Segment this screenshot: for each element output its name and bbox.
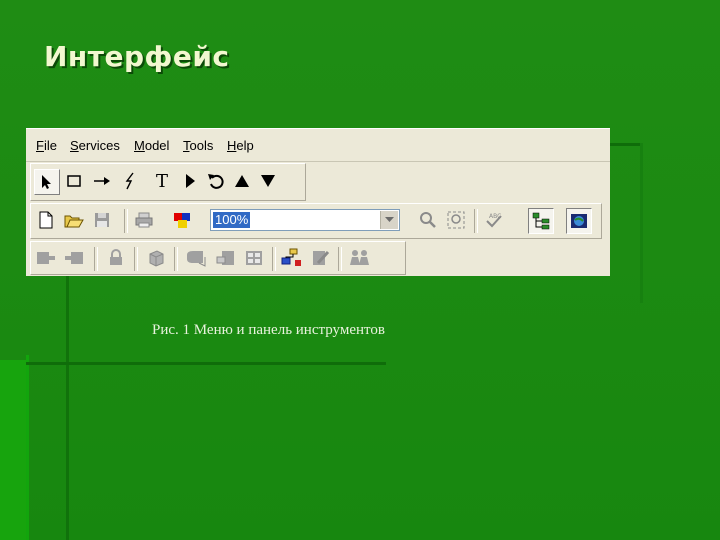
triangle-down-icon xyxy=(261,175,275,187)
check-abc-icon: ABC xyxy=(486,213,502,228)
menu-file[interactable]: File xyxy=(36,138,57,153)
app-window: File Services Model Tools Help T 100% AB… xyxy=(26,128,610,276)
lightning-icon xyxy=(125,172,134,190)
zoom-in-button[interactable] xyxy=(416,208,440,232)
rotate-button[interactable] xyxy=(204,169,228,193)
edit-button[interactable] xyxy=(308,246,332,270)
toolbar-separator xyxy=(94,247,98,271)
zoom-value: 100% xyxy=(213,212,251,228)
new-document-icon xyxy=(39,211,53,229)
spell-check-button[interactable]: ABC xyxy=(482,208,506,232)
play-button[interactable] xyxy=(178,169,202,193)
toolbar-separator xyxy=(272,247,276,271)
users-button[interactable] xyxy=(348,246,372,270)
decor-line xyxy=(640,143,643,303)
rectangle-icon xyxy=(67,175,81,187)
printer-icon xyxy=(135,212,153,228)
menu-model[interactable]: Model xyxy=(134,138,169,153)
toolbar-separator xyxy=(174,247,178,271)
slide-title: Интерфейс xyxy=(44,40,230,73)
move-up-button[interactable] xyxy=(230,169,254,193)
zoom-fit-icon xyxy=(447,211,465,229)
zoom-dropdown-button[interactable] xyxy=(380,211,398,229)
module-icon xyxy=(65,252,83,264)
toolbar-separator xyxy=(134,247,138,271)
decor-line xyxy=(26,362,386,365)
print-button[interactable] xyxy=(132,208,156,232)
text-tool-button[interactable]: T xyxy=(150,169,174,193)
open-button[interactable] xyxy=(62,208,86,232)
toolbar-separator xyxy=(338,247,342,271)
figure-caption: Рис. 1 Меню и панель инструментов xyxy=(152,322,385,338)
decor-block xyxy=(0,360,26,540)
save-button[interactable] xyxy=(90,208,114,232)
menu-help[interactable]: Help xyxy=(227,138,254,153)
triangle-up-icon xyxy=(235,175,249,187)
folder-open-icon xyxy=(64,215,84,228)
decor-line xyxy=(26,355,29,540)
network-icon xyxy=(281,248,301,266)
users-icon xyxy=(350,250,369,265)
tree-view-button[interactable] xyxy=(528,208,554,234)
zoom-fit-button[interactable] xyxy=(444,208,468,232)
submodel-button[interactable] xyxy=(184,246,208,270)
magnifier-icon xyxy=(420,212,436,228)
toolbar-separator xyxy=(124,209,128,233)
edit-icon xyxy=(313,250,330,265)
decor-line xyxy=(66,275,69,540)
cube-button[interactable] xyxy=(144,246,168,270)
decor-line xyxy=(610,143,640,146)
module-left-button[interactable] xyxy=(34,246,58,270)
grid-icon xyxy=(246,251,262,265)
move-down-button[interactable] xyxy=(256,169,280,193)
rotate-icon xyxy=(208,174,224,189)
overview-button[interactable] xyxy=(566,208,592,234)
select-tool-button[interactable] xyxy=(34,169,60,195)
grid-button[interactable] xyxy=(242,246,266,270)
pointer-icon xyxy=(42,175,51,189)
submodel-icon xyxy=(187,251,206,267)
lock-icon xyxy=(110,249,122,265)
hierarchy-icon xyxy=(532,212,550,230)
rectangle-tool-button[interactable] xyxy=(62,169,86,193)
arrow-right-icon xyxy=(94,177,110,185)
zoom-select[interactable]: 100% xyxy=(210,209,400,231)
play-icon xyxy=(186,174,195,188)
cube-icon xyxy=(149,250,164,267)
document-tag-icon xyxy=(216,251,234,265)
link-tool-button[interactable] xyxy=(118,169,142,193)
module-icon xyxy=(37,252,55,264)
menu-tools[interactable]: Tools xyxy=(183,138,213,153)
menu-services[interactable]: Services xyxy=(70,138,120,153)
floppy-disk-icon xyxy=(95,213,109,227)
colors-button[interactable] xyxy=(170,208,194,232)
arrow-tool-button[interactable] xyxy=(90,169,114,193)
document-tag-button[interactable] xyxy=(214,246,238,270)
color-palette-icon xyxy=(174,213,190,228)
chevron-down-icon xyxy=(385,217,394,222)
module-right-button[interactable] xyxy=(62,246,86,270)
menu-bar: File Services Model Tools Help xyxy=(26,129,610,162)
toolbar-separator xyxy=(474,209,478,233)
globe-icon xyxy=(571,214,587,228)
connector-button[interactable] xyxy=(280,246,304,270)
lock-button[interactable] xyxy=(104,246,128,270)
new-button[interactable] xyxy=(34,208,58,232)
